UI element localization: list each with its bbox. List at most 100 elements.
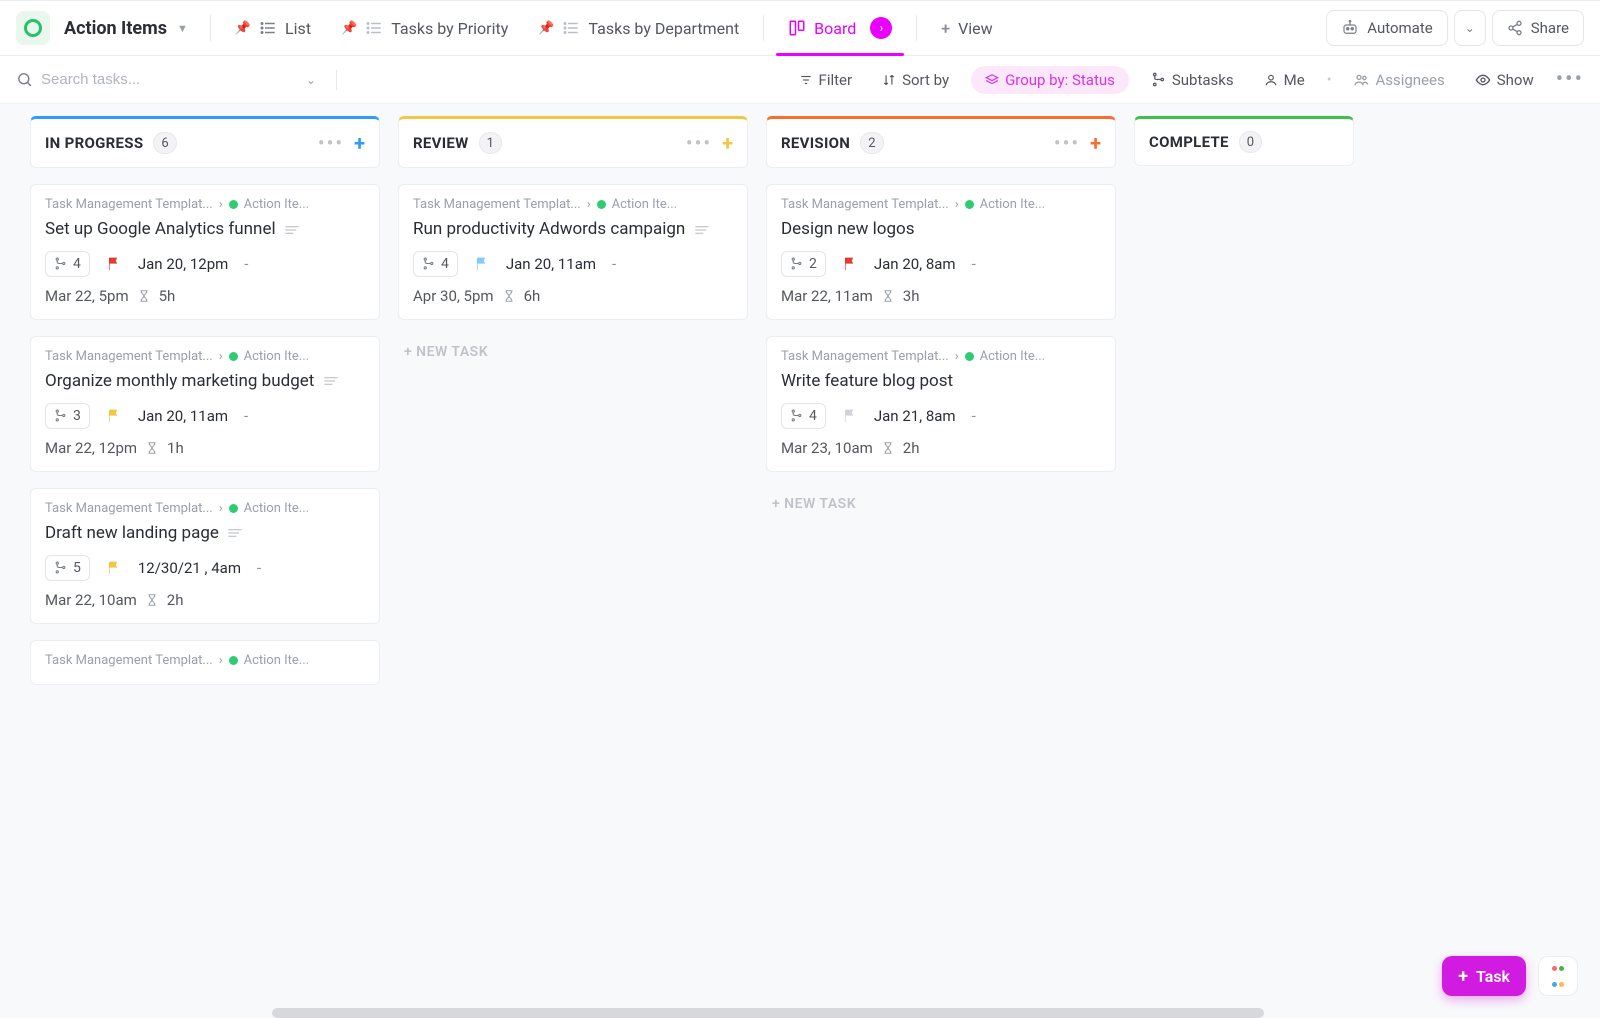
new-task-fab[interactable]: + Task — [1442, 956, 1526, 996]
subtask-count[interactable]: 4 — [413, 251, 458, 277]
task-title[interactable]: Run productivity Adwords campaign — [413, 218, 733, 241]
horizontal-scrollbar[interactable] — [272, 1008, 1264, 1018]
apps-fab[interactable] — [1538, 956, 1578, 996]
task-card[interactable]: Task Management Templat... › Action Ite.… — [398, 184, 748, 320]
column-header[interactable]: REVIEW 1 ••• + — [398, 116, 748, 168]
time-estimate[interactable]: 2h — [903, 439, 920, 457]
board-scroll[interactable]: IN PROGRESS 6 ••• + Task Management Temp… — [0, 104, 1600, 1018]
show-button[interactable]: Show — [1467, 67, 1542, 93]
subtask-count[interactable]: 3 — [45, 403, 90, 429]
task-title[interactable]: Write feature blog post — [781, 370, 1101, 393]
card-meta-row: 2 Jan 20, 8am - — [781, 251, 1101, 277]
task-title[interactable]: Organize monthly marketing budget — [45, 370, 365, 393]
time-estimate[interactable]: 6h — [524, 287, 541, 305]
group-by-pill[interactable]: Group by: Status — [971, 66, 1129, 94]
automate-button[interactable]: Automate — [1326, 10, 1447, 46]
view-board[interactable]: Board › — [776, 8, 904, 48]
chevron-down-icon[interactable]: ▼ — [177, 22, 188, 35]
me-button[interactable]: Me — [1256, 67, 1313, 93]
page-title[interactable]: Action Items — [64, 18, 167, 39]
column-header[interactable]: COMPLETE 0 — [1134, 116, 1354, 166]
add-card-button[interactable]: + — [1090, 131, 1101, 155]
column-count: 1 — [479, 132, 502, 154]
priority-flag[interactable] — [842, 408, 858, 424]
task-title[interactable]: Design new logos — [781, 218, 1101, 241]
task-card[interactable]: Task Management Templat... › Action Ite.… — [766, 336, 1116, 472]
due-date[interactable]: Mar 22, 10am — [45, 591, 137, 609]
pin-icon: 📌 — [538, 21, 554, 36]
priority-flag[interactable] — [474, 256, 490, 272]
start-date[interactable]: Jan 20, 11am — [138, 407, 228, 425]
new-task-button[interactable]: + NEW TASK — [398, 336, 748, 368]
add-view[interactable]: + View — [929, 8, 1004, 48]
card-due-row: Apr 30, 5pm 6h — [413, 287, 733, 305]
priority-flag[interactable] — [842, 256, 858, 272]
description-icon — [694, 224, 710, 236]
time-estimate[interactable]: 1h — [167, 439, 184, 457]
new-task-button[interactable]: + NEW TASK — [766, 488, 1116, 520]
assignees-button[interactable]: Assignees — [1345, 67, 1452, 93]
time-estimate[interactable]: 2h — [167, 591, 184, 609]
breadcrumb[interactable]: Task Management Templat... › Action Ite.… — [781, 349, 1101, 364]
share-button[interactable]: Share — [1492, 10, 1584, 46]
priority-flag[interactable] — [106, 256, 122, 272]
view-tasks-department[interactable]: 📌 Tasks by Department — [526, 8, 751, 48]
subtasks-button[interactable]: Subtasks — [1143, 67, 1242, 93]
subtask-count[interactable]: 5 — [45, 555, 90, 581]
breadcrumb[interactable]: Task Management Templat... › Action Ite.… — [45, 197, 365, 212]
view-tasks-priority[interactable]: 📌 Tasks by Priority — [329, 8, 520, 48]
view-list[interactable]: 📌 List — [223, 8, 323, 48]
task-title[interactable]: Set up Google Analytics funnel — [45, 218, 365, 241]
crumb-folder: Task Management Templat... — [45, 349, 213, 364]
start-date[interactable]: Jan 21, 8am — [874, 407, 956, 425]
start-date[interactable]: Jan 20, 12pm — [138, 255, 228, 273]
column-menu[interactable]: ••• — [1054, 131, 1080, 155]
column-header[interactable]: REVISION 2 ••• + — [766, 116, 1116, 168]
filter-button[interactable]: Filter — [791, 67, 861, 93]
breadcrumb[interactable]: Task Management Templat... › Action Ite.… — [781, 197, 1101, 212]
subtask-count[interactable]: 4 — [781, 403, 826, 429]
start-date[interactable]: Jan 20, 11am — [506, 255, 596, 273]
priority-flag[interactable] — [106, 560, 122, 576]
column-header[interactable]: IN PROGRESS 6 ••• + — [30, 116, 380, 168]
task-card[interactable]: Task Management Templat... › Action Ite.… — [30, 488, 380, 624]
date-dash: - — [972, 407, 976, 425]
search-wrap[interactable]: ⌄ — [16, 71, 316, 88]
breadcrumb[interactable]: Task Management Templat... › Action Ite.… — [413, 197, 733, 212]
start-date[interactable]: 12/30/21 , 4am — [138, 559, 241, 577]
task-card[interactable]: Task Management Templat... › Action Ite.… — [30, 336, 380, 472]
automate-dropdown[interactable]: ⌄ — [1454, 10, 1486, 46]
sort-icon — [882, 73, 896, 87]
due-date[interactable]: Apr 30, 5pm — [413, 287, 494, 305]
time-estimate[interactable]: 3h — [903, 287, 920, 305]
chevron-right-badge[interactable]: › — [870, 17, 892, 39]
task-card[interactable]: Task Management Templat... › Action Ite.… — [30, 184, 380, 320]
chevron-down-icon[interactable]: ⌄ — [306, 73, 316, 87]
time-estimate[interactable]: 5h — [159, 287, 176, 305]
due-date[interactable]: Mar 22, 12pm — [45, 439, 137, 457]
search-input[interactable] — [41, 71, 241, 88]
start-date[interactable]: Jan 20, 8am — [874, 255, 956, 273]
task-card[interactable]: Task Management Templat... › Action Ite.… — [30, 640, 380, 685]
due-date[interactable]: Mar 22, 5pm — [45, 287, 129, 305]
description-icon — [227, 527, 243, 539]
due-date[interactable]: Mar 23, 10am — [781, 439, 873, 457]
column-menu[interactable]: ••• — [686, 131, 712, 155]
more-options[interactable]: ••• — [1556, 67, 1584, 92]
column-menu[interactable]: ••• — [318, 131, 344, 155]
breadcrumb[interactable]: Task Management Templat... › Action Ite.… — [45, 501, 365, 516]
branch-icon — [54, 409, 67, 422]
breadcrumb[interactable]: Task Management Templat... › Action Ite.… — [45, 653, 365, 668]
crumb-folder: Task Management Templat... — [781, 349, 949, 364]
priority-flag[interactable] — [106, 408, 122, 424]
subtask-count[interactable]: 4 — [45, 251, 90, 277]
add-card-button[interactable]: + — [354, 131, 365, 155]
hourglass-icon — [881, 441, 895, 455]
breadcrumb[interactable]: Task Management Templat... › Action Ite.… — [45, 349, 365, 364]
add-card-button[interactable]: + — [722, 131, 733, 155]
due-date[interactable]: Mar 22, 11am — [781, 287, 873, 305]
sort-button[interactable]: Sort by — [874, 67, 957, 93]
task-card[interactable]: Task Management Templat... › Action Ite.… — [766, 184, 1116, 320]
task-title[interactable]: Draft new landing page — [45, 522, 365, 545]
subtask-count[interactable]: 2 — [781, 251, 826, 277]
